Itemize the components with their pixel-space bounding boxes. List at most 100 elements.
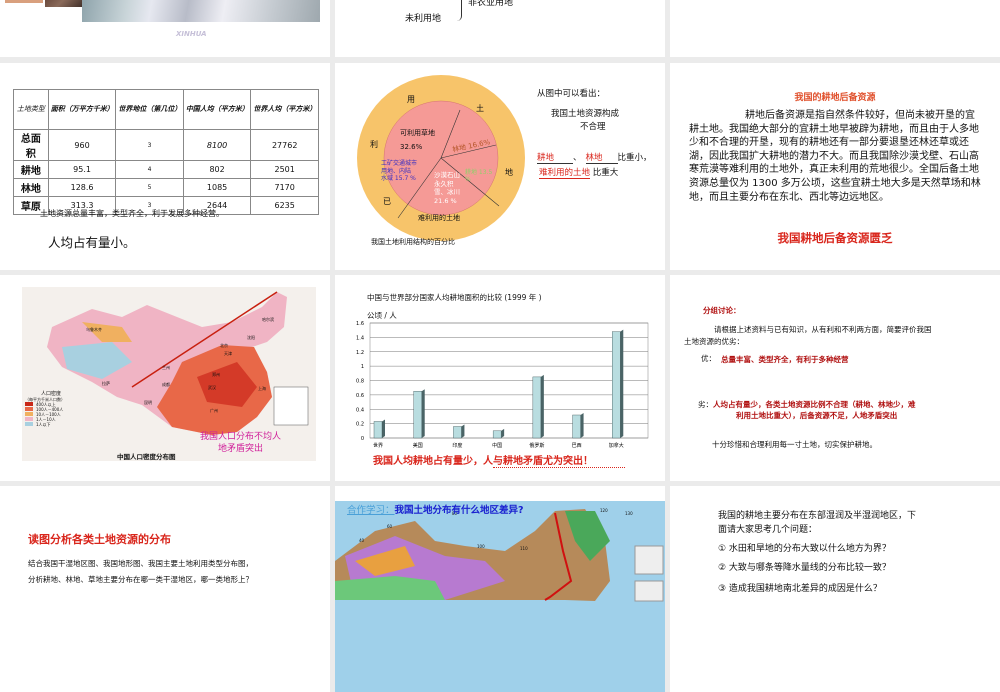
slide-thumbnail-discussion[interactable]: 分组讨论： 请根据上述资料与已有知识，从有利和不利两方面，简要评价我国 土地资源… <box>670 275 1000 481</box>
column-header: 面积（万平方千米） <box>47 89 117 130</box>
y-tick-label: 0 <box>361 436 364 442</box>
blank-answer: 耕地 <box>537 151 573 164</box>
desert-line: 沙漠石山 <box>434 171 460 179</box>
question-1: ① 水田和旱地的分布大致以什么地方为界？ <box>718 544 891 554</box>
brace-icon <box>457 0 462 21</box>
outer-label: 地 <box>505 168 513 177</box>
outer-label: 用 <box>407 95 415 104</box>
cell: 3 <box>115 129 184 161</box>
bar <box>413 391 422 439</box>
bar-chart: 0 0.2 0.4 0.6 0.8 1 1.2 1.4 1.6 世界 美国 印度 中国 俄罗斯 巴西 加拿大 <box>356 321 649 449</box>
desert-line: 永久积 <box>434 179 454 188</box>
bar-side <box>620 329 624 438</box>
land-resource-table: 土地类型 面积（万平方千米） 世界地位（第几位） 中国人均（平方米） 世界人均（… <box>13 89 319 215</box>
slide-thumbnail-land-pie[interactable]: 用 土 地 已 利 可利用草地 32.6% 林地 16.6% 耕地 13.5 %… <box>335 63 665 270</box>
longitude-tick: 40 <box>359 538 365 543</box>
segment-grass-label: 可利用草地 <box>400 129 435 137</box>
slide-thumbnail-regional-map[interactable]: 40 60 80 100 110 120 130 合作学习：我国土地分布有什么地… <box>335 486 665 692</box>
conclusion-text: 人均占有量小。 <box>48 235 136 250</box>
category-unused: 未利用地 <box>405 14 442 24</box>
slide-title: 读图分析各类土地资源的分布 <box>28 533 171 546</box>
slide-thumbnail-photos[interactable]: XINHUA <box>0 0 330 57</box>
cell: 95.1 <box>47 160 117 179</box>
x-tick-label: 加拿大 <box>609 442 624 449</box>
separator: 、 <box>573 153 582 163</box>
y-tick-label: 0.6 <box>356 393 364 399</box>
city-label: 天津 <box>224 351 232 356</box>
x-tick-label: 巴西 <box>572 443 582 449</box>
segment-urban-label: 工矿交通城市 用地、内陆 水域 15.7 % <box>381 160 417 183</box>
category-nonagri: 非农业用地 <box>468 0 514 8</box>
cell: 5 <box>115 178 184 197</box>
segment-farmland-label: 耕地 13.5 % <box>465 169 493 183</box>
urban-line: 水域 15.7 % <box>381 175 416 182</box>
con-answer: 人均占有量少，各类土地资源比例不合理（耕地、林地少，难 <box>713 400 916 409</box>
table-header-row: 土地类型 面积（万平方千米） 世界地位（第几位） 中国人均（平方米） 世界人均（… <box>13 89 319 130</box>
column-header: 世界地位（第几位） <box>115 89 184 130</box>
fill-blank-line-1: 耕地、林地 比重小， <box>537 151 652 164</box>
fill-blank-line-2: 难利用的土地 比重大 <box>539 166 619 179</box>
side-line: 我国土地资源构成 <box>551 109 620 119</box>
cell: 27762 <box>250 129 319 161</box>
photo-rock <box>45 0 85 7</box>
conclusion-text: 我国耕地后备资源匮乏 <box>777 231 893 245</box>
photo-sand <box>5 0 43 3</box>
longitude-tick: 100 <box>477 544 485 549</box>
blank-answer: 难利用的土地 <box>539 168 591 179</box>
city-label: 上海 <box>258 386 266 391</box>
x-tick-label: 世界 <box>373 442 383 449</box>
overlay-line: 我国人口分布不均人 <box>200 432 282 442</box>
slide-thumbnail-reserve[interactable]: 我国的耕地后备资源 耕地后备资源是指自然条件较好，但尚未被开垦的宜耕土地。我国绝… <box>670 63 1000 270</box>
blank-suffix: 比重小， <box>617 153 652 163</box>
bar-side <box>382 419 385 438</box>
city-label: 昆明 <box>144 400 152 405</box>
city-label: 哈尔滨 <box>262 317 274 322</box>
city-label: 武汉 <box>208 385 216 390</box>
slide-thumbnail-read-map[interactable]: 读图分析各类土地资源的分布 结合我国干湿地区图、我国地形图、我国主要土地利用类型… <box>0 486 330 692</box>
slide-title: 分组讨论： <box>703 306 741 315</box>
cell: 7170 <box>250 178 319 197</box>
x-tick-label: 俄罗斯 <box>529 442 544 449</box>
body-line: 分析耕地、林地、草地主要分布在哪一类干湿地区，哪一类地形上？ <box>28 575 253 584</box>
table-row: 总面积 960 3 8100 27762 <box>13 129 319 161</box>
caption-underline <box>493 467 625 468</box>
map-legend: 人口密度 （每平方千米人口数） 400人以上 100人－400人 10人－100… <box>25 392 65 427</box>
cell: 960 <box>47 129 117 161</box>
slide-thumbnail-blank[interactable] <box>670 0 1000 57</box>
bar <box>612 331 621 439</box>
y-tick-label: 0.2 <box>356 422 364 428</box>
bar <box>492 430 502 439</box>
y-tick-label: 0.4 <box>356 407 364 413</box>
table-row: 林地 128.6 5 1085 7170 <box>13 178 319 197</box>
con-answer: 利用土地比重大），后备资源不足，人地矛盾突出 <box>736 411 898 420</box>
intro-line: 面请大家思考几个问题： <box>718 525 818 535</box>
bar <box>373 421 383 439</box>
bar-side <box>540 374 544 438</box>
bar <box>532 376 542 439</box>
slide-title: 我国的耕地后备资源 <box>794 93 876 103</box>
body-text: 耕地后备资源是指自然条件较好，但尚未被开垦的宜耕土地。我国绝大部分的宜耕土地早被… <box>689 110 981 203</box>
cell: 4 <box>115 160 184 179</box>
population-density-map: 乌鲁木齐 哈尔滨 沈阳 北京 天津 兰州 郑州 上海 成都 武汉 拉萨 昆明 广… <box>22 287 316 461</box>
column-header: 土地类型 <box>13 89 49 130</box>
slide-thumbnail-land-categories[interactable]: 非农业用地 未利用地 <box>335 0 665 57</box>
blank-answer: 林地 <box>585 151 618 164</box>
overlay-line: 地矛盾突出 <box>218 444 264 454</box>
city-label: 北京 <box>220 343 228 348</box>
slide-thumbnail-population-map[interactable]: 乌鲁木齐 哈尔滨 沈阳 北京 天津 兰州 郑州 上海 成都 武汉 拉萨 昆明 广… <box>0 275 330 481</box>
slide-thumbnail-farmland-chart[interactable]: 中国与世界部分国家人均耕地面积的比较 (1999 年 ) 公顷 / 人 0 0.2… <box>335 275 665 481</box>
land-use-map: 40 60 80 100 110 120 130 <box>335 501 665 692</box>
slide-thumbnail-questions[interactable]: 我国的耕地主要分布在东部湿润及半湿润地区，下 面请大家思考几个问题： ① 水田和… <box>670 486 1000 692</box>
y-tick-label: 1.2 <box>356 350 364 356</box>
urban-line: 用地、内陆 <box>381 167 412 175</box>
city-label: 广州 <box>210 408 218 413</box>
question-2: ② 大致与哪条等降水量线的分布比较一致？ <box>718 563 891 573</box>
x-tick-label: 中国 <box>492 442 502 449</box>
segment-hard-label: 难利用的土地 <box>418 214 460 222</box>
blank-suffix: 比重大 <box>592 168 619 178</box>
outer-label: 土 <box>476 104 484 113</box>
prompt-text: 土地资源的优劣： <box>684 337 744 346</box>
cell: 128.6 <box>47 178 117 197</box>
slide-thumbnail-land-table[interactable]: 土地类型 面积（万平方千米） 世界地位（第几位） 中国人均（平方米） 世界人均（… <box>0 63 330 270</box>
legend-label: 1人以下 <box>36 422 51 427</box>
